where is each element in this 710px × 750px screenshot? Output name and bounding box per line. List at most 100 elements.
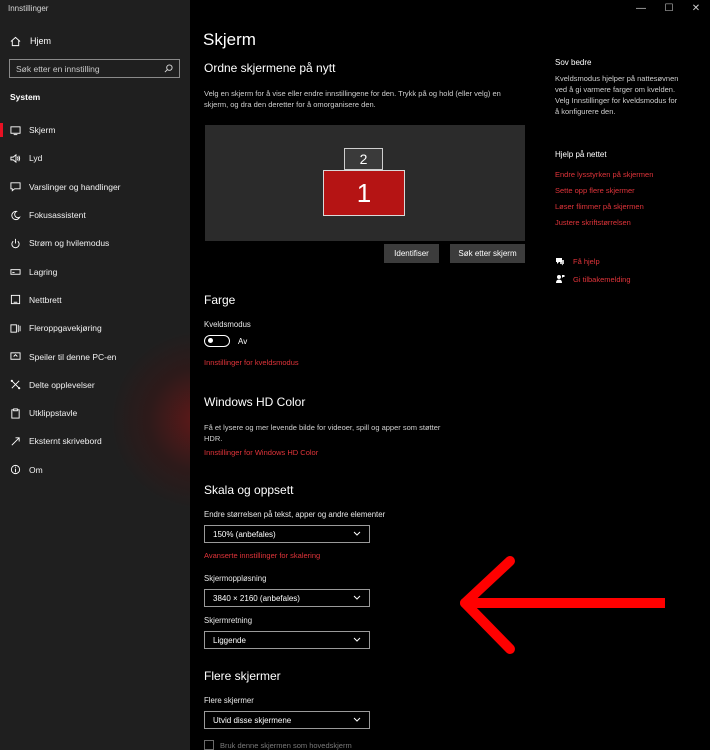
search-input[interactable]: Søk etter en innstilling xyxy=(9,59,180,78)
home-link[interactable]: Hjem xyxy=(10,33,51,49)
sidebar-item-label: Om xyxy=(29,464,43,475)
storage-icon xyxy=(10,266,21,277)
toggle-knob xyxy=(208,338,213,343)
sidebar-item-eksternt[interactable]: Eksternt skrivebord xyxy=(0,427,190,455)
sidebar-item-label: Eksternt skrivebord xyxy=(29,436,102,447)
resolution-label: Skjermoppløsning xyxy=(204,574,267,583)
sidebar-item-speiler[interactable]: Speiler til denne PC-en xyxy=(0,342,190,370)
sidebar-item-label: Skjerm xyxy=(29,125,56,136)
help-link-flicker[interactable]: Løser flimmer på skjermen xyxy=(555,202,644,211)
orientation-value: Liggende xyxy=(213,635,246,645)
help-icon xyxy=(556,258,564,266)
multi-heading: Flere skjermer xyxy=(204,669,281,683)
sidebar-nav: Skjerm Lyd Varslinger og handlinger Foku… xyxy=(0,116,190,484)
chevron-down-icon xyxy=(353,531,361,536)
sleep-heading: Sov bedre xyxy=(555,58,592,67)
feedback-link[interactable]: Gi tilbakemelding xyxy=(573,275,631,284)
sidebar-item-utklipp[interactable]: Utklippstavle xyxy=(0,399,190,427)
red-arrow-annotation xyxy=(460,556,665,654)
identify-button[interactable]: Identifiser xyxy=(384,244,439,263)
help-link-multiple[interactable]: Sette opp flere skjermer xyxy=(555,186,635,195)
arrange-desc-line2: skjerm, og dra den deretter for å omorga… xyxy=(204,100,376,109)
sidebar-item-label: Speiler til denne PC-en xyxy=(29,351,117,362)
clipboard-icon xyxy=(10,408,21,419)
sidebar-item-label: Fleroppgavekjøring xyxy=(29,323,102,334)
get-help-link[interactable]: Få hjelp xyxy=(573,257,600,266)
search-placeholder: Søk etter en innstilling xyxy=(16,63,100,74)
monitor-2[interactable]: 2 xyxy=(344,148,383,170)
toggle-state: Av xyxy=(238,337,248,346)
sidebar-item-label: Lyd xyxy=(29,153,43,164)
sidebar-item-label: Delte opplevelser xyxy=(29,379,95,390)
scale-size-label: Endre størrelsen på tekst, apper og andr… xyxy=(204,510,386,519)
moon-icon xyxy=(10,210,21,221)
sidebar-item-nettbrett[interactable]: Nettbrett xyxy=(0,286,190,314)
shared-icon xyxy=(10,379,21,390)
chevron-down-icon xyxy=(353,595,361,600)
night-light-label: Kveldsmodus xyxy=(204,320,251,329)
help-heading: Hjelp på nettet xyxy=(555,150,607,159)
sleep-text-line1: Kveldsmodus hjelper på nattesøvnen xyxy=(555,74,679,83)
sidebar-item-label: Lagring xyxy=(29,266,58,277)
feedback-icon xyxy=(556,275,565,283)
resolution-value: 3840 × 2160 (anbefales) xyxy=(213,593,300,603)
hd-settings-link[interactable]: Innstillinger for Windows HD Color xyxy=(204,448,318,457)
monitor-1[interactable]: 1 xyxy=(323,170,405,216)
sidebar-item-strom[interactable]: Strøm og hvilemodus xyxy=(0,229,190,257)
help-link-font[interactable]: Justere skriftstørrelsen xyxy=(555,218,631,227)
multi-label: Flere skjermer xyxy=(204,696,254,705)
sleep-text-line4: å konfigurere den. xyxy=(555,107,616,116)
project-icon xyxy=(10,351,21,362)
close-button[interactable]: ✕ xyxy=(689,3,703,14)
sleep-text-line3: Velg Innstillinger for kveldsmodus for xyxy=(555,96,678,105)
multitasking-icon xyxy=(10,323,21,334)
speaker-icon xyxy=(10,153,21,164)
power-icon xyxy=(10,238,21,249)
scale-size-value: 150% (anbefales) xyxy=(213,529,276,539)
page-title: Skjerm xyxy=(203,30,256,49)
sidebar-item-label: Varslinger og handlinger xyxy=(29,181,121,192)
multi-display-dropdown[interactable]: Utvid disse skjermene xyxy=(204,711,370,729)
color-heading: Farge xyxy=(204,293,236,307)
chevron-down-icon xyxy=(353,717,361,722)
remote-icon xyxy=(10,436,21,447)
arrange-desc-line1: Velg en skjerm for å vise eller endre in… xyxy=(204,89,501,98)
sidebar-item-varslinger[interactable]: Varslinger og handlinger xyxy=(0,173,190,201)
sidebar-item-label: Nettbrett xyxy=(29,294,62,305)
multi-display-value: Utvid disse skjermene xyxy=(213,715,292,725)
arrange-heading: Ordne skjermene på nytt xyxy=(204,61,336,75)
sidebar-item-lyd[interactable]: Lyd xyxy=(0,144,190,172)
sidebar-item-fokus[interactable]: Fokusassistent xyxy=(0,201,190,229)
tablet-icon xyxy=(10,294,21,305)
sidebar-item-om[interactable]: Om xyxy=(0,456,190,484)
hd-heading: Windows HD Color xyxy=(204,395,306,409)
sidebar-item-lagring[interactable]: Lagring xyxy=(0,257,190,285)
sidebar-item-label: Strøm og hvilemodus xyxy=(29,238,110,249)
sidebar-item-delte[interactable]: Delte opplevelser xyxy=(0,371,190,399)
minimize-button[interactable]: — xyxy=(634,3,648,14)
hd-desc-line1: Få et lysere og mer levende bilde for vi… xyxy=(204,423,441,432)
main-display-label: Bruk denne skjermen som hovedskjerm xyxy=(220,740,352,750)
notification-icon xyxy=(10,181,21,192)
scale-heading: Skala og oppsett xyxy=(204,483,294,497)
main-display-checkbox[interactable]: Bruk denne skjermen som hovedskjerm xyxy=(204,740,352,750)
night-light-settings-link[interactable]: Innstillinger for kveldsmodus xyxy=(204,358,299,367)
detect-button[interactable]: Søk etter skjerm xyxy=(450,244,525,263)
sidebar: Innstillinger Hjem Søk etter en innstill… xyxy=(0,0,190,750)
scale-size-dropdown[interactable]: 150% (anbefales) xyxy=(204,525,370,543)
sleep-text-line2: ved å gi varmere farger om kvelden. xyxy=(555,85,676,94)
maximize-button[interactable]: ☐ xyxy=(662,3,676,14)
help-link-brightness[interactable]: Endre lysstyrken på skjermen xyxy=(555,170,653,179)
night-light-toggle[interactable] xyxy=(204,335,230,347)
sidebar-item-skjerm[interactable]: Skjerm xyxy=(0,116,190,144)
sidebar-item-fleroppgave[interactable]: Fleroppgavekjøring xyxy=(0,314,190,342)
chevron-down-icon xyxy=(353,637,361,642)
sidebar-item-label: Utklippstavle xyxy=(29,408,78,419)
section-title: System xyxy=(10,92,41,102)
home-label: Hjem xyxy=(30,36,52,46)
orientation-label: Skjermretning xyxy=(204,616,253,625)
advanced-scaling-link[interactable]: Avanserte innstillinger for skalering xyxy=(204,551,320,560)
resolution-dropdown[interactable]: 3840 × 2160 (anbefales) xyxy=(204,589,370,607)
orientation-dropdown[interactable]: Liggende xyxy=(204,631,370,649)
info-icon xyxy=(10,464,21,475)
